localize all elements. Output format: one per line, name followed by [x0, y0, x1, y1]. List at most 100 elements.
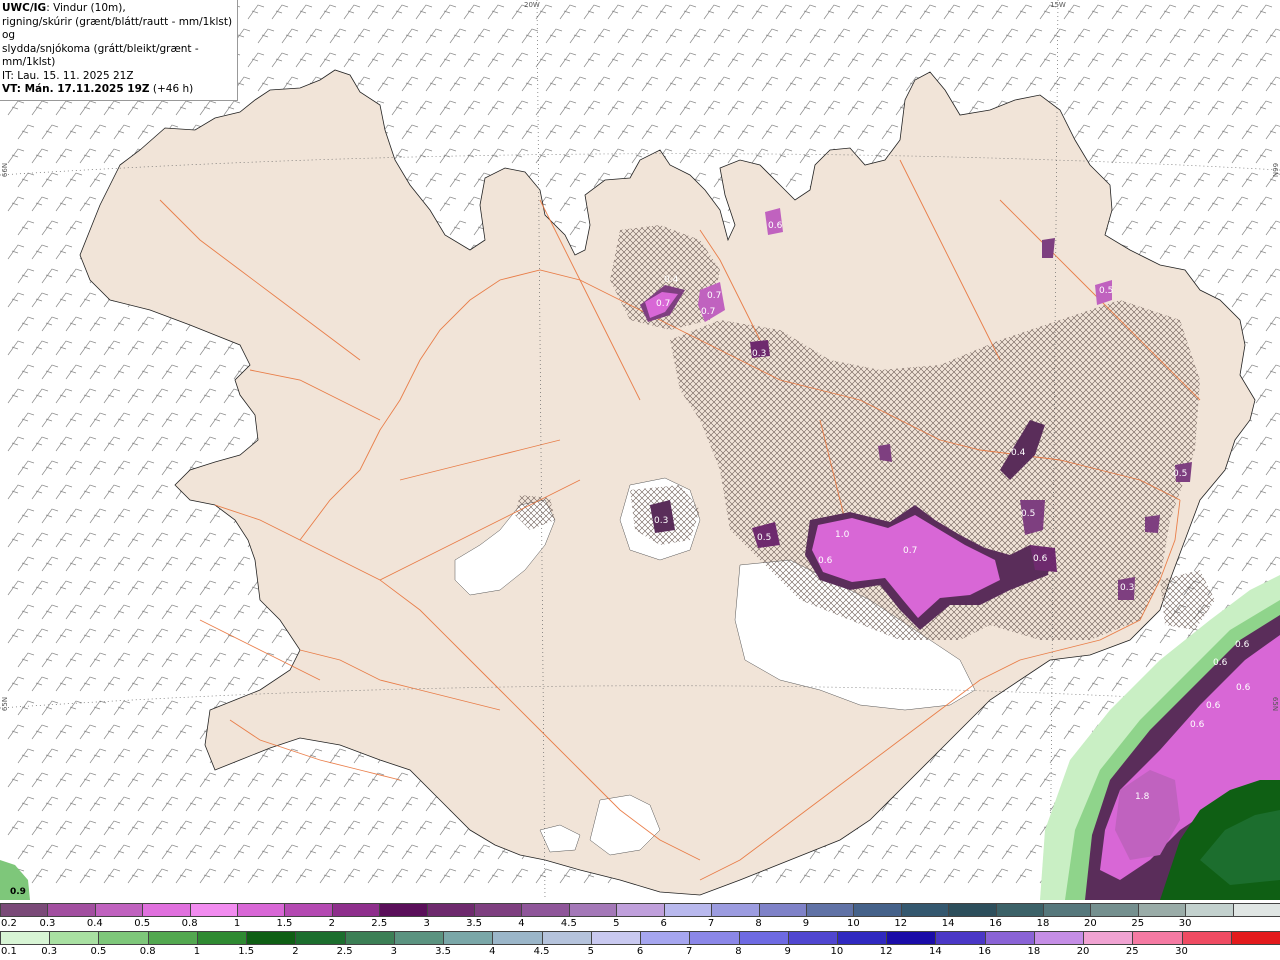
wind-barb — [89, 556, 107, 572]
wind-barb — [583, 4, 601, 20]
wind-barb — [463, 100, 481, 116]
legend-label: 0.4 — [86, 918, 103, 929]
wind-barb — [665, 76, 683, 92]
wind-barb — [607, 148, 625, 164]
wind-barb — [809, 76, 827, 92]
wind-barb — [1217, 28, 1235, 44]
wind-barb — [41, 124, 59, 140]
wind-barb — [151, 868, 169, 884]
wind-barb — [41, 556, 59, 572]
wind-barb — [953, 796, 971, 812]
graticule-label-15w: 15W — [1050, 1, 1066, 9]
wind-barb — [65, 460, 83, 476]
wind-barb — [377, 796, 395, 812]
wind-barb — [31, 628, 49, 644]
wind-barb — [1097, 124, 1115, 140]
wind-barb — [785, 124, 803, 140]
wind-barb — [199, 388, 217, 404]
legend-swatch — [541, 932, 591, 944]
wind-barb — [199, 436, 217, 452]
precip-label: 1.8 — [1135, 792, 1150, 802]
wind-barb — [79, 628, 97, 644]
wind-barb — [127, 532, 145, 548]
wind-barb — [583, 100, 601, 116]
wind-barb — [415, 100, 433, 116]
wind-barb — [343, 4, 361, 20]
wind-barb — [79, 676, 97, 692]
legend-label: 3.5 — [435, 946, 452, 957]
wind-barb — [823, 100, 841, 116]
wind-barb — [319, 4, 337, 20]
wind-barb — [511, 52, 529, 68]
wind-barb — [1063, 724, 1081, 740]
wind-barb — [1207, 100, 1225, 116]
precip-label: 0.3 — [654, 516, 668, 526]
wind-barb — [17, 220, 35, 236]
wind-barb — [1255, 292, 1273, 308]
legend-swatch — [1185, 904, 1233, 916]
wind-barb — [689, 76, 707, 92]
wind-barb — [871, 52, 889, 68]
wind-barb — [79, 820, 97, 836]
wind-barb — [113, 700, 131, 716]
wind-barb — [569, 28, 587, 44]
rain-legend-bar — [0, 931, 1280, 945]
wind-barb — [161, 652, 179, 668]
wind-barb — [1265, 508, 1280, 524]
info-line-2: rigning/skúrir (grænt/blátt/rautt - mm/1… — [2, 15, 233, 42]
wind-barb — [1025, 28, 1043, 44]
wind-barb — [223, 676, 241, 692]
wind-barb — [665, 28, 683, 44]
wind-barb — [295, 4, 313, 20]
legend-label: 12 — [879, 946, 893, 957]
wind-barb — [271, 772, 289, 788]
legend-label: 0.5 — [134, 918, 151, 929]
wind-barb — [569, 172, 587, 188]
wind-barb — [55, 532, 73, 548]
legend-swatch — [738, 932, 788, 944]
wind-barb — [1001, 28, 1019, 44]
wind-barb — [833, 844, 851, 860]
wind-barb — [439, 52, 457, 68]
legend-swatch — [689, 932, 739, 944]
legend-swatch — [426, 904, 475, 916]
wind-barb — [1145, 172, 1163, 188]
wind-barb — [175, 532, 193, 548]
wind-barb — [233, 412, 251, 428]
wind-barb — [473, 844, 491, 860]
wind-barb — [247, 52, 265, 68]
wind-barb — [31, 196, 49, 212]
wind-barb — [1169, 220, 1187, 236]
wind-barb — [1193, 76, 1211, 92]
legend-label: 0.8 — [181, 918, 198, 929]
wind-barb — [127, 340, 145, 356]
wind-barb — [943, 868, 961, 884]
wind-barb — [103, 436, 121, 452]
wind-barb — [17, 268, 35, 284]
legend-label: 30 — [1175, 946, 1188, 957]
wind-barb — [1073, 28, 1091, 44]
wind-barb — [415, 148, 433, 164]
wind-barb — [1039, 676, 1057, 692]
wind-barb — [1265, 460, 1280, 476]
snow-legend-bar — [0, 903, 1280, 917]
wind-barb — [7, 340, 25, 356]
wind-barb — [1025, 796, 1043, 812]
wind-barb — [569, 76, 587, 92]
wind-barb — [823, 868, 841, 884]
wind-barb — [953, 748, 971, 764]
wind-barb — [55, 340, 73, 356]
wind-barb — [751, 4, 769, 20]
wind-barb — [367, 4, 385, 20]
wind-barb — [127, 724, 145, 740]
wind-barb — [7, 484, 25, 500]
wind-barb — [17, 700, 35, 716]
wind-barb — [113, 412, 131, 428]
wind-barb — [185, 700, 203, 716]
wind-barb — [55, 388, 73, 404]
wind-barb — [905, 28, 923, 44]
legend-label: 7 — [686, 946, 693, 957]
wind-barb — [151, 724, 169, 740]
wind-barb — [463, 196, 481, 212]
wind-barb — [521, 124, 539, 140]
